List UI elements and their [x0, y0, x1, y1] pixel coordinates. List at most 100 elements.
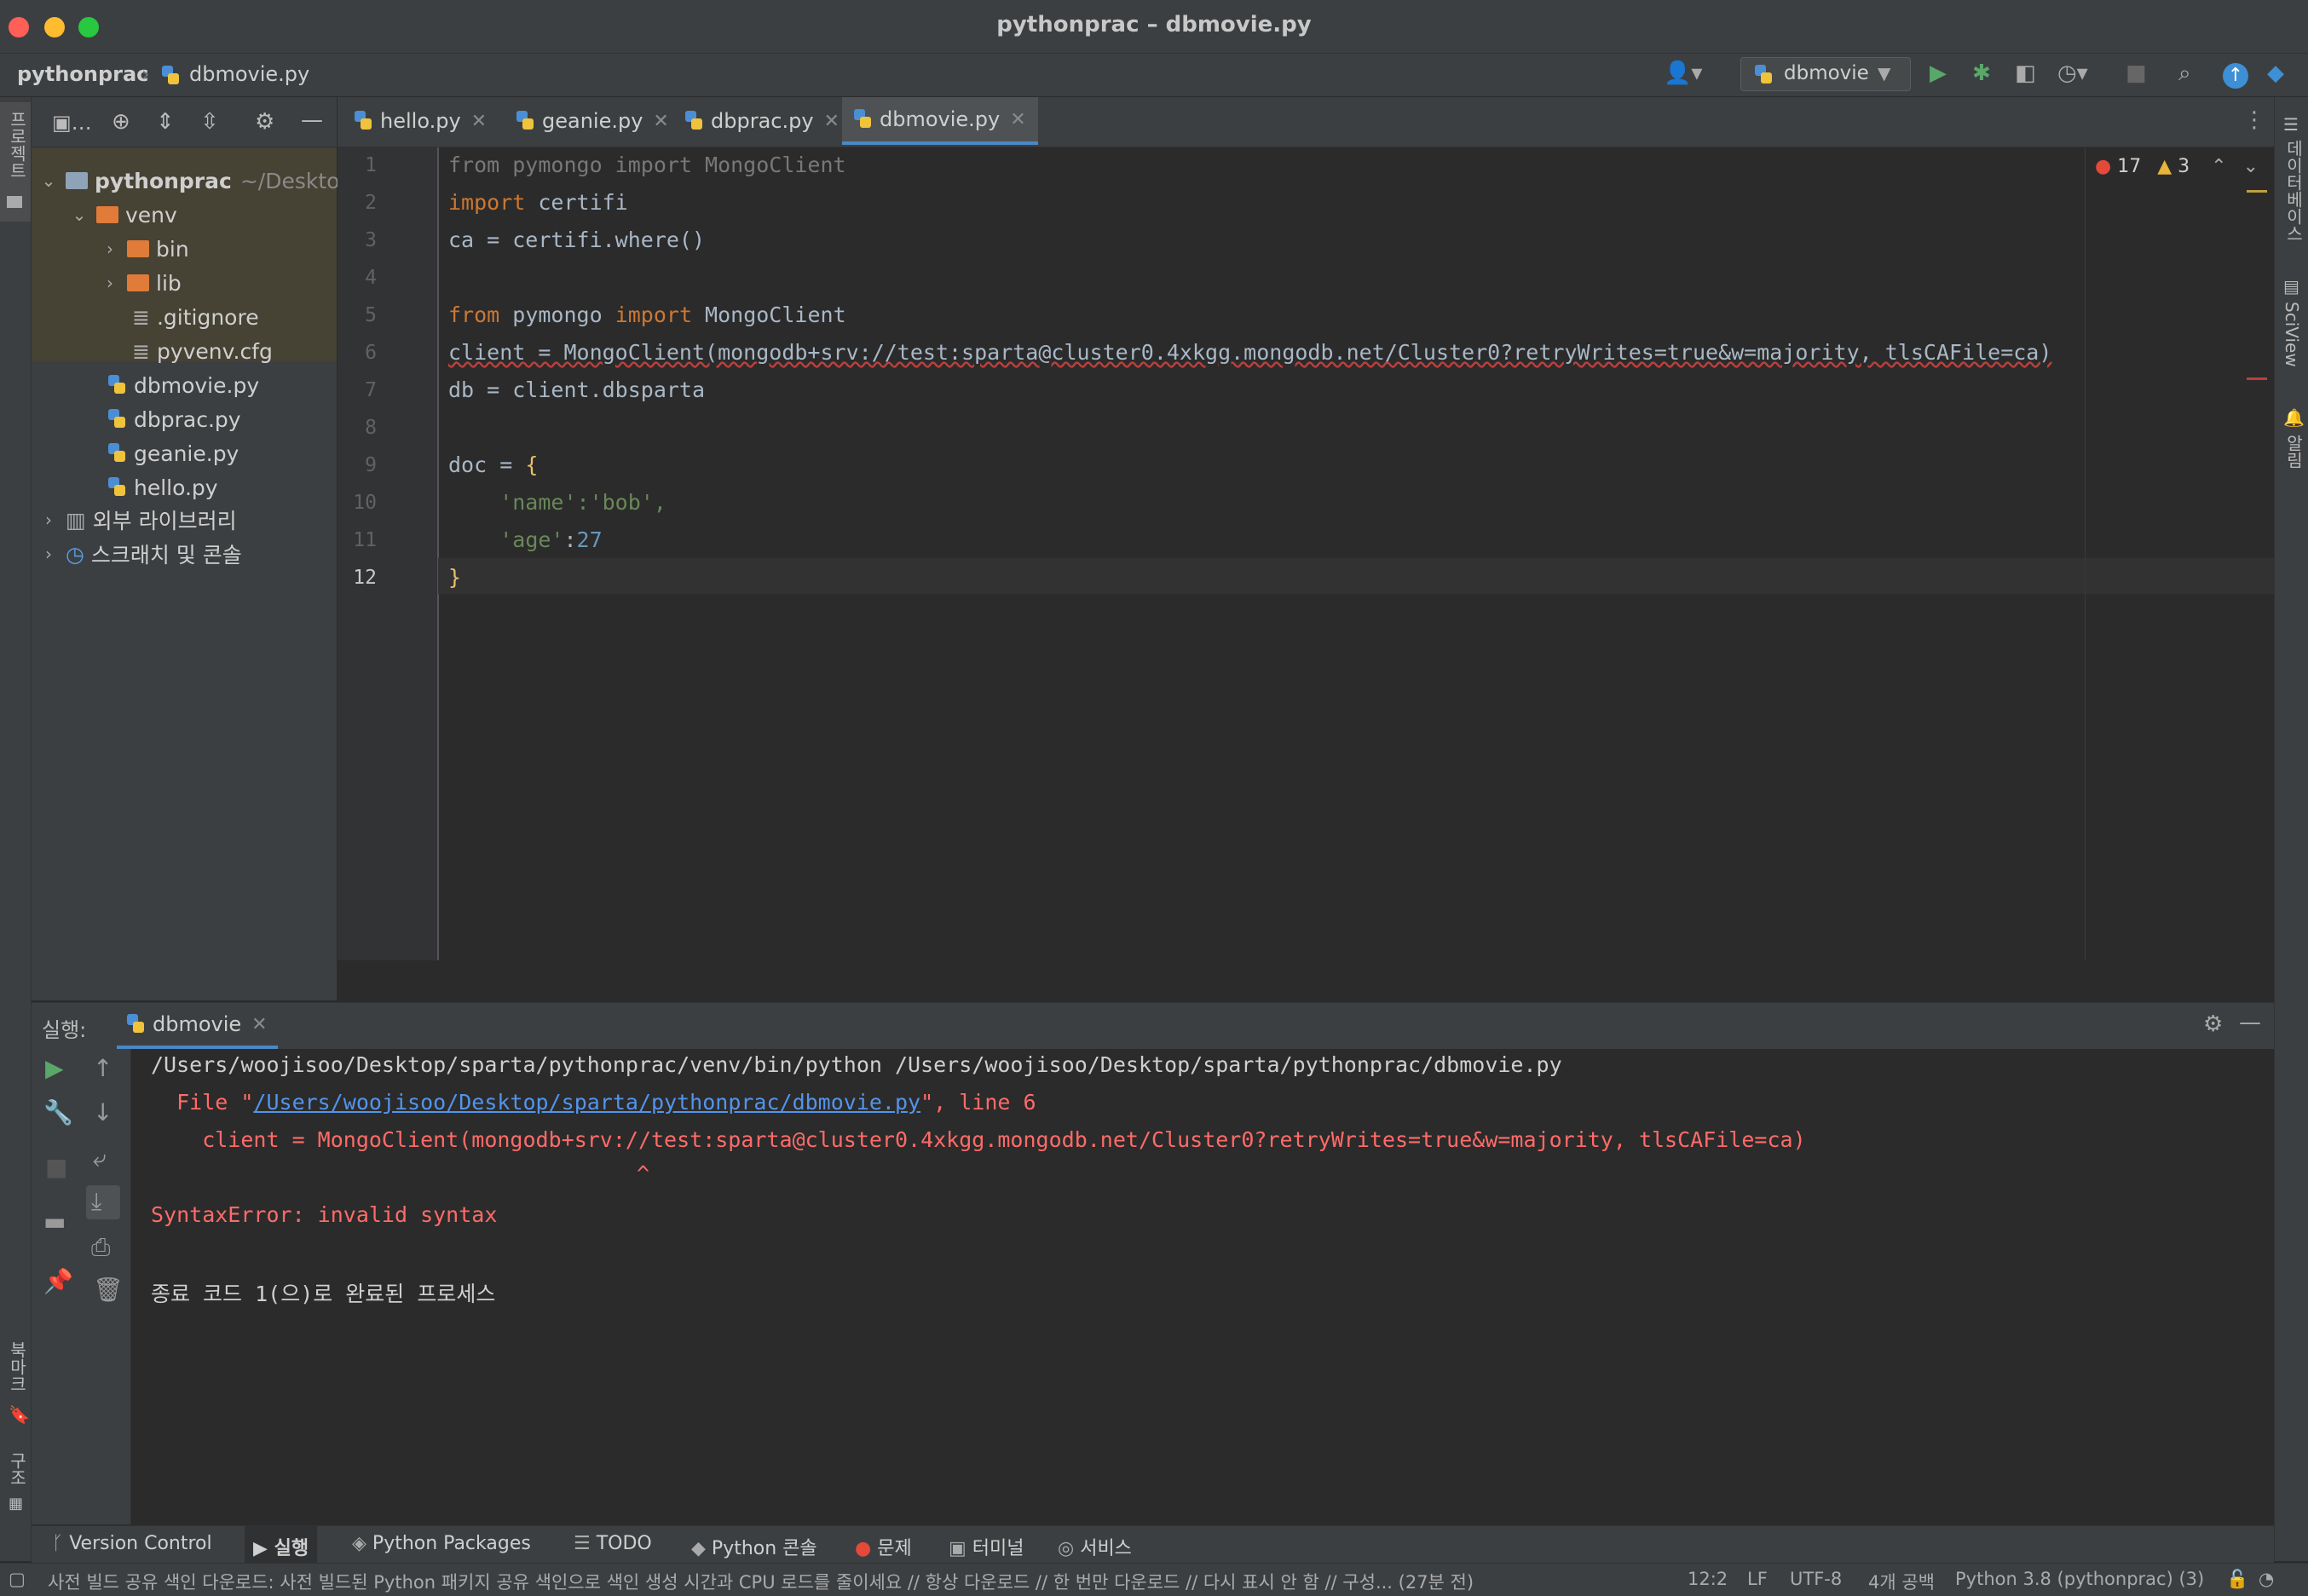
tree-item-gitignore[interactable]: ≣ .gitignore [132, 300, 259, 334]
tree-item-scratches[interactable]: › ◷ 스크래치 및 콘솔 [38, 537, 242, 571]
update-icon[interactable]: ↑ [2223, 63, 2248, 89]
project-view-icon[interactable]: ▣… [52, 111, 92, 135]
breadcrumb-file[interactable]: dbmovie.py [189, 62, 309, 86]
folder-icon [7, 196, 22, 208]
tree-item-lib[interactable]: › lib [100, 266, 182, 300]
project-tool-button[interactable]: 프로젝트 [0, 102, 31, 222]
tool-tab-python-console[interactable]: ◆ Python 콘솔 [691, 1533, 817, 1560]
debug-icon[interactable]: ✱ [1972, 60, 1991, 86]
chevron-down-icon: ⌄ [72, 205, 87, 225]
tab-dbprac[interactable]: dbprac.py ✕ [673, 97, 851, 145]
console-trace-source: client = MongoClient(mongodb+srv://test:… [151, 1127, 1806, 1152]
inspections-widget[interactable]: ● 17 ▲ 3 ⌃ ⌄ [2095, 156, 2259, 177]
more-tabs-icon[interactable]: ⋮ [2243, 107, 2265, 133]
up-arrow-icon[interactable]: ↑ [93, 1054, 113, 1082]
run-config-selector[interactable]: dbmovie ▼ [1740, 57, 1911, 91]
structure-tool-button[interactable]: 구조 ▦ [0, 1443, 31, 1537]
tree-item-external-libraries[interactable]: › ▥ 외부 라이브러리 [38, 503, 237, 537]
tool-tab-python-packages[interactable]: ◈ Python Packages [352, 1533, 531, 1554]
hide-panel-icon[interactable]: — [2239, 1010, 2261, 1035]
breadcrumb-project[interactable]: pythonprac [17, 62, 148, 86]
tab-label: geanie.py [542, 109, 643, 133]
line-number: 2 [365, 192, 377, 214]
close-tab-icon[interactable]: ✕ [471, 111, 487, 132]
python-file-icon [355, 111, 372, 131]
tab-geanie[interactable]: geanie.py ✕ [505, 97, 681, 145]
tree-item-bin[interactable]: › bin [100, 232, 189, 266]
expand-all-icon[interactable]: ⇕ [156, 109, 175, 135]
gear-icon[interactable]: ⚙ [2203, 1011, 2223, 1037]
console-exit: 종료 코드 1(으)로 완료된 프로세스 [151, 1282, 496, 1306]
scroll-to-end-toggle[interactable]: ⤓ [86, 1185, 120, 1219]
tree-item-file[interactable]: dbmovie.py [108, 368, 259, 402]
close-tab-icon[interactable]: ✕ [1010, 109, 1025, 130]
next-highlight-icon[interactable]: ⌄ [2243, 156, 2259, 177]
tree-item-project-root[interactable]: ⌄ pythonprac ~/Deskto [38, 164, 340, 198]
lock-icon[interactable]: 🔓 [2226, 1569, 2248, 1590]
tool-tab-run[interactable]: ▶ 실행 [245, 1526, 318, 1564]
tab-dbmovie[interactable]: dbmovie.py ✕ [842, 97, 1038, 145]
search-icon[interactable]: ⌕ [2178, 60, 2191, 87]
run-icon[interactable]: ▶ [1930, 60, 1947, 86]
python-file-icon [108, 375, 125, 395]
tree-item-file[interactable]: dbprac.py [108, 402, 241, 436]
caret-position[interactable]: 12:2 [1688, 1569, 1728, 1589]
jetbrains-icon[interactable]: ◆ [2267, 60, 2284, 86]
tab-hello[interactable]: hello.py ✕ [343, 97, 499, 145]
status-panel-toggle-icon[interactable]: ▢ [9, 1569, 26, 1589]
soft-wrap-icon[interactable]: ⤶ [93, 1144, 107, 1173]
tool-tab-todo[interactable]: ☰ TODO [574, 1533, 652, 1554]
wrench-icon[interactable]: 🔧 [43, 1098, 73, 1126]
python-icon [1755, 65, 1780, 89]
sciview-tool-button[interactable]: SciView [2282, 302, 2302, 367]
notifications-tool-button[interactable]: 알림 [2282, 435, 2306, 469]
print-icon[interactable]: ⎙ [91, 1233, 110, 1262]
close-tab-icon[interactable]: ✕ [824, 111, 840, 132]
coverage-icon[interactable]: ◧ [2015, 60, 2036, 86]
error-marker[interactable] [2247, 377, 2267, 380]
code-line: 'name':'bob', [448, 490, 666, 515]
warning-marker[interactable] [2247, 190, 2267, 193]
database-tool-button[interactable]: 데이터베이스 [2282, 140, 2306, 242]
tree-item-pyvenv[interactable]: ≣ pyvenv.cfg [132, 334, 273, 368]
code-editor[interactable]: 1 2 3 4 5 6 7 8 9 10 11 12 from pymongo … [338, 147, 2274, 960]
tool-tab-version-control[interactable]: ᚴ Version Control [52, 1533, 212, 1554]
run-tab-dbmovie[interactable]: dbmovie ✕ [117, 1003, 278, 1049]
scroll-to-end-icon: ⤓ [91, 1187, 102, 1215]
tree-item-file[interactable]: geanie.py [108, 436, 239, 470]
trace-file-link[interactable]: /Users/woojisoo/Desktop/sparta/pythonpra… [253, 1090, 920, 1115]
error-count: 17 [2117, 156, 2142, 177]
close-tab-icon[interactable]: ✕ [653, 111, 668, 132]
file-encoding[interactable]: UTF-8 [1790, 1569, 1842, 1589]
chevron-down-icon: ⌄ [41, 170, 56, 191]
rerun-icon[interactable]: ▶ [45, 1054, 64, 1082]
line-number: 10 [353, 492, 377, 514]
trash-icon[interactable]: 🗑 [93, 1276, 124, 1304]
locate-file-icon[interactable]: ⊕ [112, 109, 130, 135]
tree-item-venv[interactable]: ⌄ venv [69, 198, 177, 232]
pin-icon[interactable]: 📌 [43, 1267, 73, 1295]
down-arrow-icon[interactable]: ↓ [93, 1098, 113, 1126]
python-interpreter[interactable]: Python 3.8 (pythonprac) (3) [1955, 1569, 2204, 1589]
tool-tab-services[interactable]: ◎ 서비스 [1058, 1533, 1132, 1560]
run-icon: ▶ [253, 1538, 274, 1559]
stop-icon[interactable]: ■ [45, 1153, 67, 1181]
tree-item-file[interactable]: hello.py [108, 470, 218, 504]
structure-tool-label: 구조 [7, 1452, 27, 1486]
line-separator[interactable]: LF [1747, 1569, 1768, 1589]
profile-icon[interactable]: ◷▾ [2057, 60, 2088, 86]
hide-panel-icon[interactable]: — [301, 107, 323, 133]
tool-tab-terminal[interactable]: ▣ 터미널 [949, 1533, 1024, 1560]
close-tab-icon[interactable]: ✕ [251, 1014, 267, 1035]
tool-tab-problems[interactable]: ● 문제 [855, 1533, 912, 1560]
layout-icon[interactable]: ▬ [43, 1207, 66, 1236]
collapse-all-icon[interactable]: ⇳ [200, 109, 219, 135]
stop-icon[interactable]: ■ [2126, 60, 2147, 86]
gear-icon[interactable]: ⚙ [255, 109, 274, 135]
status-message[interactable]: 사전 빌드 공유 색인 다운로드: 사전 빌드된 Python 패키지 공유 색… [48, 1569, 1474, 1594]
memory-indicator-icon[interactable]: ◔ [2259, 1569, 2274, 1589]
bookmarks-tool-button[interactable]: 북마크 🔖 [0, 1333, 31, 1435]
user-icon[interactable]: 👤▾ [1664, 60, 1702, 86]
previous-highlight-icon[interactable]: ⌃ [2211, 156, 2226, 177]
indent-setting[interactable]: 4개 공백 [1868, 1569, 1935, 1594]
